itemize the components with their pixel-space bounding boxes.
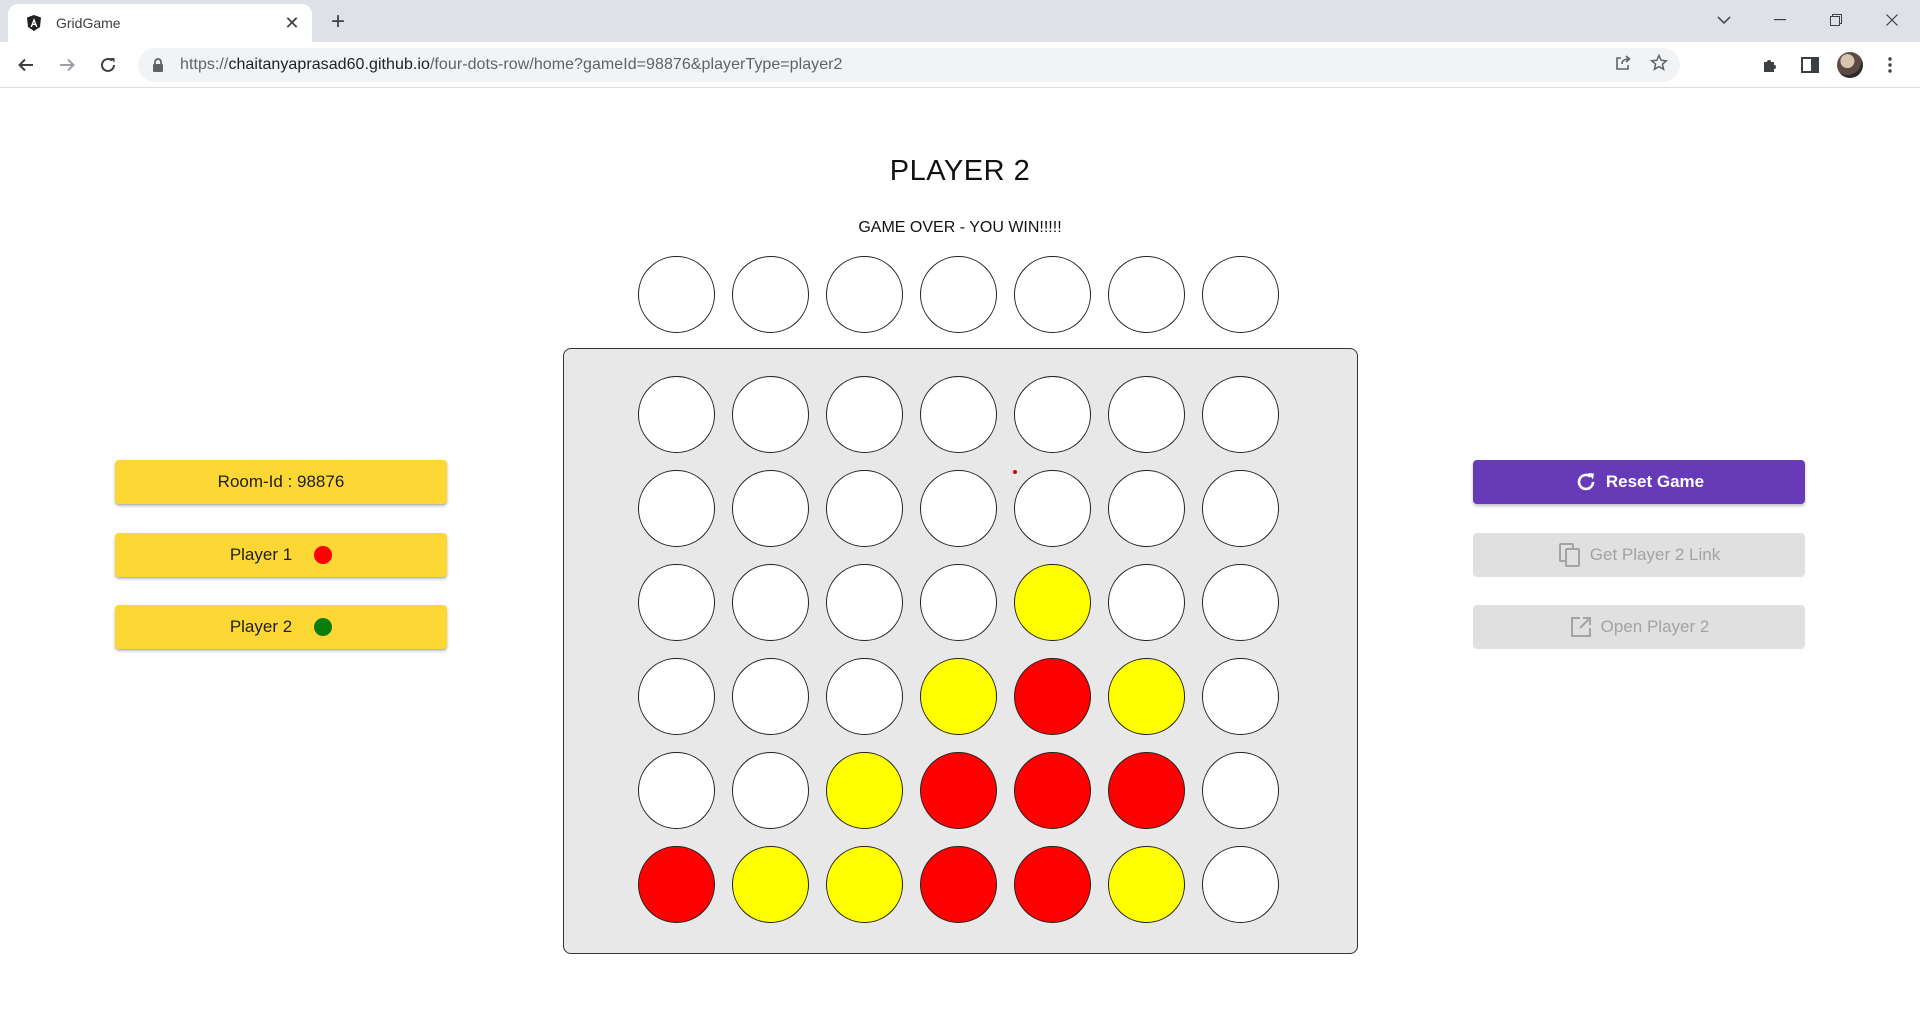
board-cell-r4-c4-yellow[interactable] [920, 658, 997, 735]
board-cell-r3-c7-empty[interactable] [1202, 564, 1279, 641]
browser-tab[interactable]: GridGame ✕ [8, 4, 312, 42]
board-cell-r2-c2-empty[interactable] [732, 470, 809, 547]
column-6-drop-slot[interactable] [1108, 256, 1185, 333]
player-1-label: Player 1 [229, 545, 293, 564]
player-2-label: Player 2 [229, 617, 293, 636]
player-title: PLAYER 2 [889, 155, 1031, 187]
open-player-2-label: Open Player 2 [1600, 617, 1710, 636]
board-cell-r3-c1-empty[interactable] [638, 564, 715, 641]
board-cell-r5-c5-red[interactable] [1014, 752, 1091, 829]
extensions-puzzle-icon[interactable] [1756, 51, 1784, 79]
mouse-cursor-dot [1013, 470, 1017, 474]
board-cell-r6-c2-yellow[interactable] [732, 846, 809, 923]
address-bar[interactable]: https://chaitanyaprasad60.github.io/four… [138, 48, 1680, 82]
url-scheme: https:// [180, 56, 229, 73]
board-cell-r2-c1-empty[interactable] [638, 470, 715, 547]
board-cell-r3-c6-empty[interactable] [1108, 564, 1185, 641]
tab-search-icon[interactable] [1696, 0, 1752, 40]
board-cell-r6-c1-red[interactable] [638, 846, 715, 923]
lock-icon[interactable] [150, 57, 166, 73]
board-cell-r4-c2-empty[interactable] [732, 658, 809, 735]
board-cell-r2-c7-empty[interactable] [1202, 470, 1279, 547]
board-cell-r5-c7-empty[interactable] [1202, 752, 1279, 829]
player-2-card: Player 2 [115, 605, 447, 649]
url-host: chaitanyaprasad60.github.io [228, 56, 430, 73]
tab-close-icon[interactable]: ✕ [282, 13, 302, 33]
room-id-label: Room-Id : 98876 [217, 472, 345, 491]
back-arrow-icon[interactable] [10, 49, 42, 81]
board-cell-r5-c4-red[interactable] [920, 752, 997, 829]
side-panel-icon[interactable] [1796, 51, 1824, 79]
board-cell-r2-c5-empty[interactable] [1014, 470, 1091, 547]
board-cell-r3-c5-yellow[interactable] [1014, 564, 1091, 641]
tab-title: GridGame [56, 15, 121, 31]
game-status: GAME OVER - YOU WIN!!!!! [858, 219, 1062, 236]
url-path: /four-dots-row/home?gameId=98876&playerT… [429, 56, 843, 73]
bookmark-star-icon[interactable] [1649, 53, 1669, 77]
player-1-card: Player 1 [115, 533, 447, 577]
reset-game-button[interactable]: Reset Game [1473, 460, 1805, 504]
forward-arrow-icon[interactable] [51, 49, 83, 81]
new-tab-icon[interactable]: + [324, 8, 352, 36]
board-cell-r1-c6-empty[interactable] [1108, 376, 1185, 453]
board-cell-r5-c6-red[interactable] [1108, 752, 1185, 829]
board-cell-r6-c4-red[interactable] [920, 846, 997, 923]
column-5-drop-slot[interactable] [1014, 256, 1091, 333]
board-cell-r1-c4-empty[interactable] [920, 376, 997, 453]
board-cell-r3-c2-empty[interactable] [732, 564, 809, 641]
board-cell-r5-c1-empty[interactable] [638, 752, 715, 829]
browser-menu-icon[interactable] [1876, 51, 1904, 79]
get-player-2-link-button[interactable]: Get Player 2 Link [1473, 533, 1805, 577]
board-cell-r4-c6-yellow[interactable] [1108, 658, 1185, 735]
board-cell-r1-c3-empty[interactable] [826, 376, 903, 453]
board-cell-r4-c3-empty[interactable] [826, 658, 903, 735]
open-player-2-button[interactable]: Open Player 2 [1473, 605, 1805, 649]
board-cell-r6-c7-empty[interactable] [1202, 846, 1279, 923]
angular-icon [24, 13, 44, 33]
close-window-icon[interactable] [1864, 0, 1920, 40]
board-cell-r1-c5-empty[interactable] [1014, 376, 1091, 453]
column-4-drop-slot[interactable] [920, 256, 997, 333]
board-cell-r6-c6-yellow[interactable] [1108, 846, 1185, 923]
board-cell-r2-c4-empty[interactable] [920, 470, 997, 547]
board-cell-r2-c3-empty[interactable] [826, 470, 903, 547]
game-board [563, 348, 1358, 954]
board-cell-r2-c6-empty[interactable] [1108, 470, 1185, 547]
player-1-color-dot [314, 546, 333, 564]
column-3-drop-slot[interactable] [826, 256, 903, 333]
board-cell-r5-c2-empty[interactable] [732, 752, 809, 829]
browser-tabstrip: GridGame ✕ + [0, 0, 1920, 42]
board-cell-r6-c3-yellow[interactable] [826, 846, 903, 923]
board-cell-r6-c5-red[interactable] [1014, 846, 1091, 923]
board-cell-r5-c3-yellow[interactable] [826, 752, 903, 829]
restore-icon[interactable] [1808, 0, 1864, 40]
room-id-card: Room-Id : 98876 [115, 460, 447, 504]
get-player-2-link-label: Get Player 2 Link [1589, 545, 1721, 564]
player-2-color-dot [314, 618, 333, 636]
refresh-icon [1574, 470, 1598, 494]
board-cell-r3-c4-empty[interactable] [920, 564, 997, 641]
window-controls [1696, 0, 1920, 42]
board-cell-r4-c7-empty[interactable] [1202, 658, 1279, 735]
minimize-icon[interactable] [1752, 0, 1808, 40]
board-cell-r4-c1-empty[interactable] [638, 658, 715, 735]
column-7-drop-slot[interactable] [1202, 256, 1279, 333]
profile-avatar[interactable] [1836, 51, 1864, 79]
board-cell-r1-c2-empty[interactable] [732, 376, 809, 453]
board-cell-r3-c3-empty[interactable] [826, 564, 903, 641]
share-icon[interactable] [1614, 54, 1632, 77]
board-cell-r1-c1-empty[interactable] [638, 376, 715, 453]
reset-game-label: Reset Game [1605, 472, 1705, 491]
board-cell-r4-c5-red[interactable] [1014, 658, 1091, 735]
board-cell-r1-c7-empty[interactable] [1202, 376, 1279, 453]
column-1-drop-slot[interactable] [638, 256, 715, 333]
reload-icon[interactable] [92, 49, 124, 81]
browser-toolbar: https://chaitanyaprasad60.github.io/four… [0, 42, 1920, 88]
copy-icon [1558, 543, 1582, 567]
url-text[interactable]: https://chaitanyaprasad60.github.io/four… [180, 56, 843, 74]
column-2-drop-slot[interactable] [732, 256, 809, 333]
open-in-new-icon [1569, 615, 1593, 639]
